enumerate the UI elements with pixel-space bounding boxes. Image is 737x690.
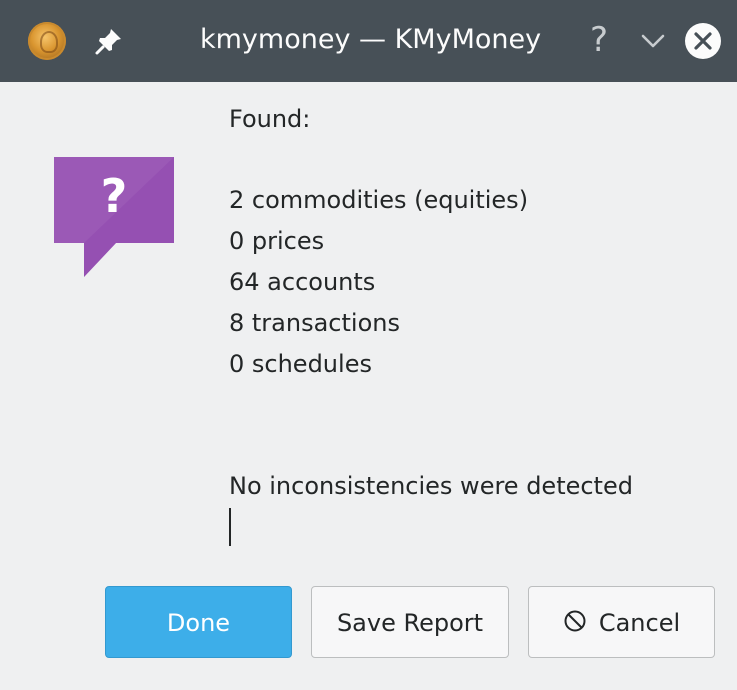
svg-text:?: ? xyxy=(101,169,128,223)
help-icon[interactable]: ? xyxy=(584,18,614,62)
cancel-icon xyxy=(564,610,586,632)
stats-list: 2 commodities (equities) 0 prices 64 acc… xyxy=(229,180,528,385)
text-cursor xyxy=(229,508,231,546)
done-button[interactable]: Done xyxy=(105,586,292,658)
cancel-button[interactable]: Cancel xyxy=(528,586,715,658)
consistency-result: No inconsistencies were detected xyxy=(229,472,633,500)
stat-commodities: 2 commodities (equities) xyxy=(229,186,529,214)
window-titlebar[interactable]: kmymoney — KMyMoney ? xyxy=(0,0,737,82)
stat-accounts: 64 accounts xyxy=(229,268,376,296)
cancel-label: Cancel xyxy=(598,609,681,637)
stat-schedules: 0 schedules xyxy=(229,350,372,378)
stat-transactions: 8 transactions xyxy=(229,309,400,337)
stat-prices: 0 prices xyxy=(229,227,325,255)
close-icon[interactable] xyxy=(684,22,722,60)
found-label: Found: xyxy=(229,105,311,133)
window-title: kmymoney — KMyMoney xyxy=(200,24,542,55)
pin-icon[interactable] xyxy=(92,24,126,58)
minimize-icon[interactable] xyxy=(636,26,670,56)
question-icon: ? xyxy=(54,157,174,277)
save-report-button[interactable]: Save Report xyxy=(311,586,509,658)
kmymoney-app-icon[interactable] xyxy=(28,22,66,60)
